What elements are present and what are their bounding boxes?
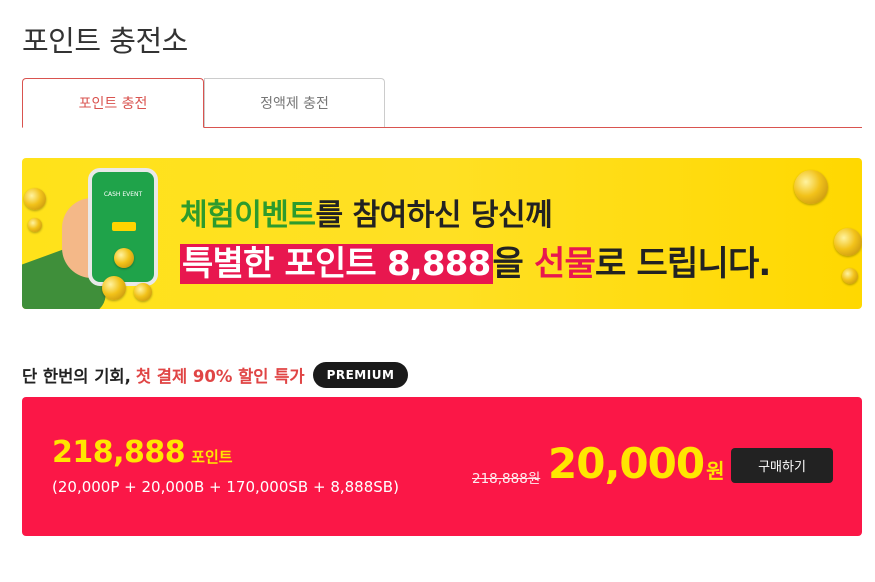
coin-icon	[102, 276, 126, 300]
original-price: 218,888원	[472, 471, 541, 487]
banner-headline-2: 특별한 포인트 8,888을 선물로 드립니다.	[180, 236, 771, 285]
coin-icon	[28, 218, 42, 232]
coin-icon	[134, 283, 152, 301]
premium-badge: PREMIUM	[312, 362, 409, 388]
sale-price: 20,000 원	[548, 439, 724, 488]
page-title: 포인트 충전소	[22, 24, 188, 58]
points-unit: 포인트	[191, 448, 233, 466]
product-card: 218,888 포인트 (20,000P + 20,000B + 170,000S…	[22, 397, 862, 536]
banner-line2-end: 로 드립니다.	[595, 244, 771, 284]
points-number: 218,888	[52, 435, 186, 470]
event-banner[interactable]: CASH EVENT 체험이벤트를 참여하신 당신께 특별한 포인트 8,888…	[22, 158, 862, 309]
promo-discount-text: 첫 결제 90% 할인 특가	[135, 367, 305, 386]
sale-price-number: 20,000	[548, 439, 705, 488]
tab-bar: 포인트 충전 정액제 충전	[22, 78, 862, 128]
sale-price-currency: 원	[706, 459, 725, 483]
promo-prefix: 단 한번의 기회,	[22, 367, 131, 386]
promo-line: 단 한번의 기회, 첫 결제 90% 할인 특가 PREMIUM	[22, 362, 409, 388]
banner-event-text: 체험이벤트	[180, 198, 316, 233]
phone-screen-text: CASH EVENT	[103, 191, 143, 198]
banner-headline-1: 체험이벤트를 참여하신 당신께	[180, 190, 553, 234]
tab-subscription-charge[interactable]: 정액제 충전	[204, 78, 385, 127]
banner-highlight-text: 특별한 포인트 8,888	[180, 244, 493, 284]
points-amount: 218,888 포인트	[52, 435, 233, 470]
buy-button[interactable]: 구매하기	[731, 448, 833, 483]
coin-icon	[24, 188, 46, 210]
banner-line2-mid: 을	[492, 244, 535, 284]
coin-icon	[794, 170, 828, 204]
coin-icon	[834, 228, 862, 256]
banner-line1-rest: 를 참여하신 당신께	[315, 198, 553, 233]
points-breakdown: (20,000P + 20,000B + 170,000SB + 8,888SB…	[52, 478, 399, 496]
coin-icon	[842, 268, 858, 284]
phone-screen-button	[112, 222, 136, 231]
tab-point-charge[interactable]: 포인트 충전	[22, 78, 204, 128]
banner-gift-text: 선물	[534, 244, 596, 284]
phone-graphic: CASH EVENT	[88, 168, 158, 286]
coin-icon	[114, 248, 134, 268]
